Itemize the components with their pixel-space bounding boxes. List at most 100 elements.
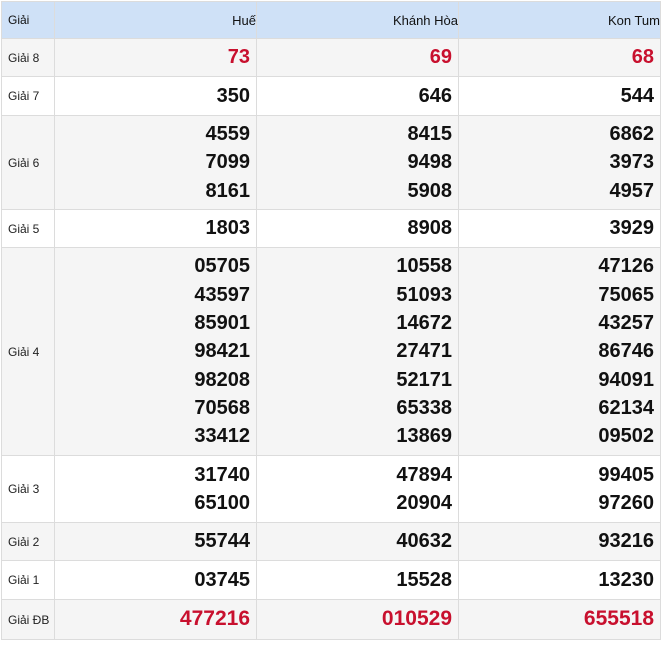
result-cell-hue: 73 [54,38,257,77]
header-row: Giải Huế Khánh Hòa Kon Tum [1,1,661,39]
prize-label: Giải 7 [1,76,55,116]
result-number: 52171 [396,368,452,391]
result-number: 9498 [407,151,453,174]
result-cell-khanh-hoa: 69 [256,38,459,77]
result-cell-khanh-hoa: 010529 [256,599,459,640]
result-number: 010529 [381,607,452,631]
result-number: 69 [429,46,452,69]
result-number: 7099 [205,151,251,174]
result-number: 51093 [396,283,452,306]
prize-row-4: Giải 4 05705 43597 85901 98421 98208 70568 3341… [1,247,661,456]
result-number: 6862 [609,123,655,146]
result-cell-kon-tum: 99405 97260 [458,455,661,523]
prize-label: Giải ĐB [1,599,55,640]
prize-column-header: Giải [1,1,55,39]
result-number: 350 [216,84,250,107]
result-number: 33412 [194,425,250,448]
province-header-kon-tum[interactable]: Kon Tum [458,1,661,39]
result-number: 43257 [598,312,654,335]
result-number: 8908 [407,217,453,240]
prize-label: Giải 8 [1,38,55,77]
result-cell-kon-tum: 655518 [458,599,661,640]
result-number: 3973 [609,151,655,174]
result-number: 68 [631,46,654,69]
result-number: 3929 [609,217,655,240]
result-number: 99405 [598,463,654,486]
result-number: 03745 [194,568,250,591]
result-cell-kon-tum: 47126 75065 43257 86746 94091 62134 09502 [458,247,661,456]
result-number: 55744 [194,530,250,553]
result-cell-khanh-hoa: 8908 [256,209,459,248]
prize-row-db: Giải ĐB 477216 010529 655518 [1,599,661,640]
result-cell-khanh-hoa: 40632 [256,522,459,561]
result-cell-khanh-hoa: 8415 9498 5908 [256,115,459,210]
result-number: 97260 [598,492,654,514]
result-number: 85901 [194,312,250,335]
result-number: 20904 [396,492,452,514]
result-cell-kon-tum: 13230 [458,560,661,600]
result-number: 43597 [194,283,250,306]
result-number: 93216 [598,530,654,553]
result-cell-kon-tum: 6862 3973 4957 [458,115,661,210]
result-number: 98421 [194,340,250,363]
result-cell-kon-tum: 68 [458,38,661,77]
result-number: 477216 [179,607,250,631]
result-number: 13230 [598,568,654,591]
result-number: 5908 [407,179,453,202]
prize-label: Giải 1 [1,560,55,600]
result-number: 544 [620,84,654,107]
prize-row-8: Giải 8 73 69 68 [1,38,661,77]
result-number: 1803 [205,217,251,240]
prize-row-3: Giải 3 31740 65100 47894 20904 99405 97260 [1,455,661,523]
prize-row-1: Giải 1 03745 15528 13230 [1,560,661,600]
province-header-hue[interactable]: Huế [54,1,257,39]
result-number: 05705 [194,255,250,278]
result-number: 4957 [609,179,655,202]
prize-label: Giải 3 [1,455,55,523]
result-cell-kon-tum: 3929 [458,209,661,248]
result-cell-kon-tum: 544 [458,76,661,116]
result-cell-hue: 477216 [54,599,257,640]
result-number: 655518 [583,607,654,631]
result-cell-khanh-hoa: 10558 51093 14672 27471 52171 65338 13869 [256,247,459,456]
prize-row-7: Giải 7 350 646 544 [1,76,661,116]
result-cell-hue: 350 [54,76,257,116]
result-number: 10558 [396,255,452,278]
province-header-khanh-hoa[interactable]: Khánh Hòa [256,1,459,39]
result-cell-khanh-hoa: 646 [256,76,459,116]
result-cell-hue: 1803 [54,209,257,248]
result-number: 15528 [396,568,452,591]
result-number: 75065 [598,283,654,306]
result-cell-hue: 05705 43597 85901 98421 98208 70568 33412 [54,247,257,456]
prize-row-5: Giải 5 1803 8908 3929 [1,209,661,248]
prize-label: Giải 5 [1,209,55,248]
result-number: 98208 [194,368,250,391]
prize-row-6: Giải 6 4559 7099 8161 8415 9498 5908 6862 3973 49… [1,115,661,210]
result-number: 4559 [205,123,251,146]
result-number: 47894 [396,463,452,486]
result-number: 8161 [205,179,251,202]
result-cell-hue: 31740 65100 [54,455,257,523]
result-cell-hue: 4559 7099 8161 [54,115,257,210]
prize-row-2: Giải 2 55744 40632 93216 [1,522,661,561]
result-cell-khanh-hoa: 15528 [256,560,459,600]
result-number: 14672 [396,312,452,335]
prize-label: Giải 6 [1,115,55,210]
result-number: 8415 [407,123,453,146]
result-number: 40632 [396,530,452,553]
result-cell-hue: 55744 [54,522,257,561]
result-number: 94091 [598,368,654,391]
result-number: 27471 [396,340,452,363]
result-cell-kon-tum: 93216 [458,522,661,561]
lottery-results-table: Giải Huế Khánh Hòa Kon Tum Giải 8 73 69 68 G… [1,1,661,640]
result-number: 86746 [598,340,654,363]
result-number: 73 [227,46,250,69]
result-number: 13869 [396,425,452,448]
result-number: 70568 [194,396,250,419]
result-number: 31740 [194,463,250,486]
result-cell-khanh-hoa: 47894 20904 [256,455,459,523]
result-number: 65338 [396,396,452,419]
result-number: 62134 [598,396,654,419]
prize-label: Giải 2 [1,522,55,561]
result-number: 09502 [598,425,654,448]
